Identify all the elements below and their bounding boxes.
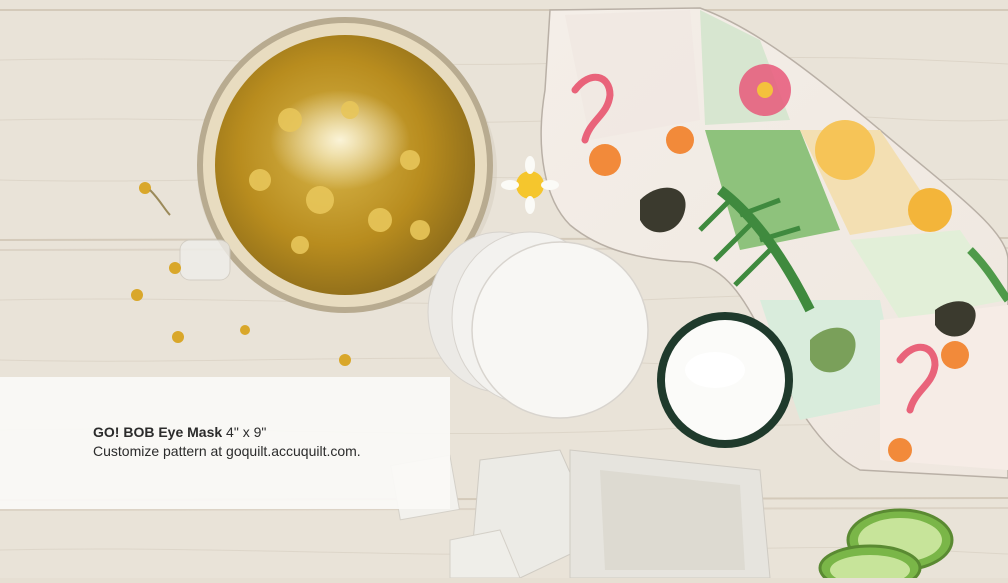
caption-subtitle: Customize pattern at goquilt.accuquilt.c… <box>93 443 361 459</box>
cream-jar-icon <box>657 312 793 448</box>
caption-panel: GO! BOB Eye Mask 4" x 9" Customize patte… <box>0 377 450 509</box>
product-title: GO! BOB Eye Mask <box>93 424 223 440</box>
caption-title-line: GO! BOB Eye Mask 4" x 9" <box>93 423 450 442</box>
product-size: 4" x 9" <box>222 424 267 440</box>
